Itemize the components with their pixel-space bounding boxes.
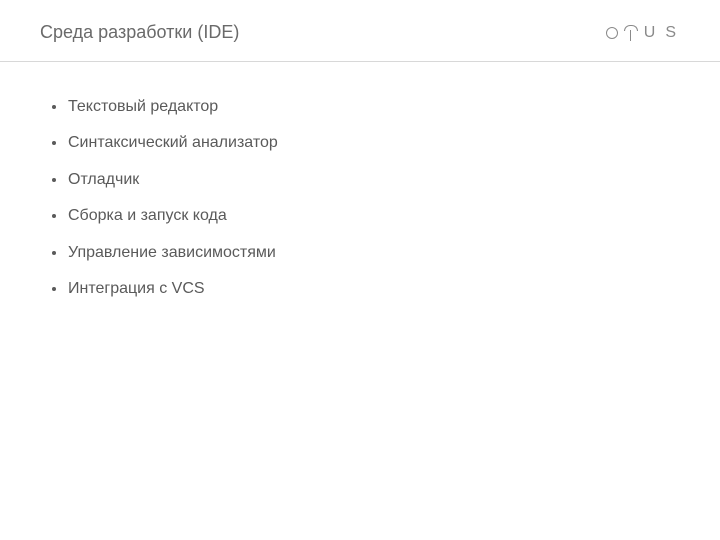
slide-header: Среда разработки (IDE) U S — [0, 0, 720, 62]
list-item: Сборка и запуск кода — [50, 205, 670, 227]
brand-letter-o-icon — [606, 27, 618, 39]
brand-letter-t-icon — [624, 25, 638, 41]
bullet-list: Текстовый редактор Синтаксический анализ… — [50, 96, 670, 300]
slide-title: Среда разработки (IDE) — [40, 22, 239, 43]
brand-letter-s: S — [665, 24, 680, 42]
list-item: Интеграция с VCS — [50, 278, 670, 300]
list-item: Управление зависимостями — [50, 242, 670, 264]
list-item: Отладчик — [50, 169, 670, 191]
list-item: Текстовый редактор — [50, 96, 670, 118]
brand-letter-u: U — [644, 24, 660, 42]
brand-logo: U S — [606, 24, 680, 42]
slide-content: Текстовый редактор Синтаксический анализ… — [0, 62, 720, 348]
list-item: Синтаксический анализатор — [50, 132, 670, 154]
